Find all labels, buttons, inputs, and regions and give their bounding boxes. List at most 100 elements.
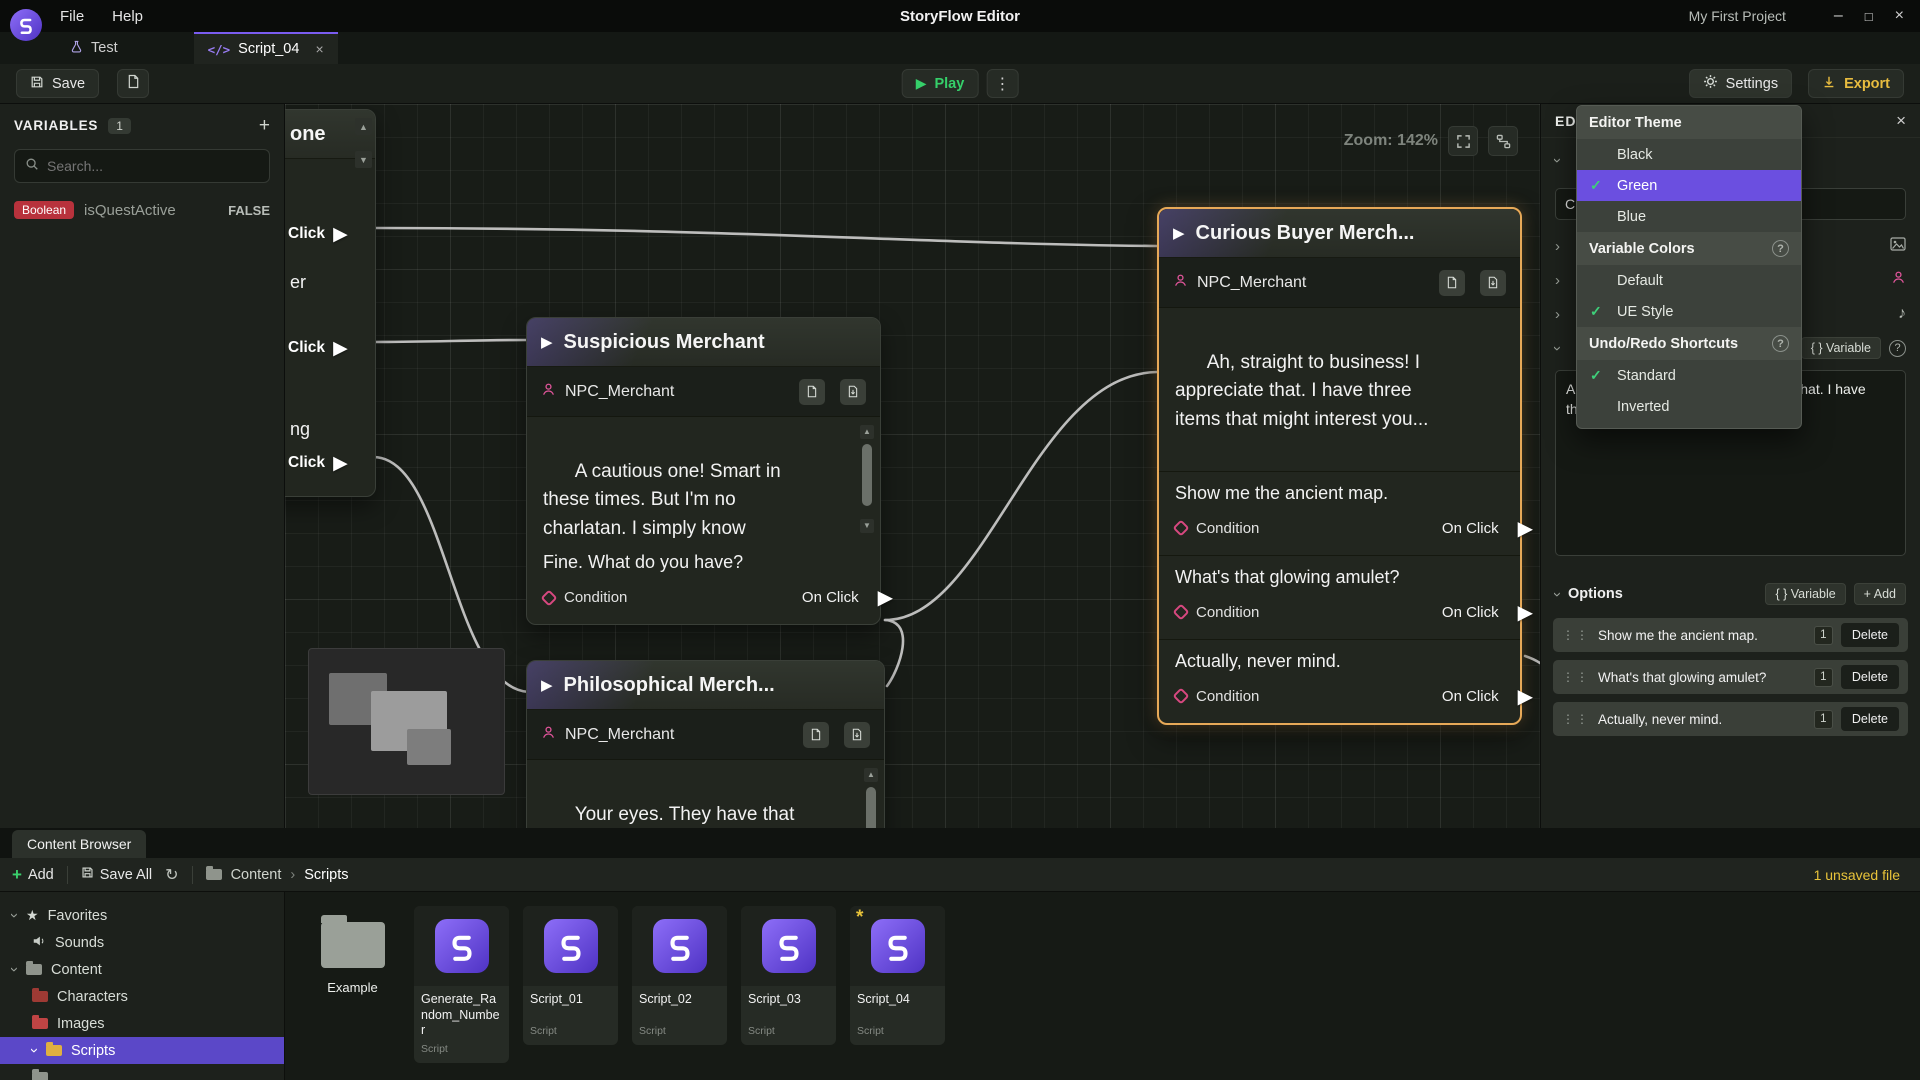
variable-value[interactable]: FALSE [228,203,270,218]
drag-handle-icon[interactable]: ⋮⋮ [1562,628,1590,642]
asset-script-01[interactable]: Script_01 Script [523,906,618,1045]
scroll-up-icon[interactable]: ▲ [860,425,874,439]
refresh-icon[interactable]: ↻ [165,865,178,885]
asset-script-02[interactable]: Script_02 Script [632,906,727,1045]
menu-item-ue-style[interactable]: ✓ UE Style [1577,296,1801,327]
chevron-down-icon[interactable]: › [26,1048,43,1053]
tree-item-images[interactable]: Images [0,1010,284,1037]
node-philosophical-merchant[interactable]: ▶ Philosophical Merch... NPC_Merchant Yo… [526,660,885,828]
output-pin[interactable]: ▶ [1518,684,1533,709]
scroll-thumb[interactable] [866,787,876,828]
dialog-option[interactable]: What's that glowing amulet? [1159,556,1520,592]
export-button[interactable]: Export [1808,69,1904,98]
duplicate-node-button[interactable] [803,722,829,748]
tree-item-sounds[interactable]: Sounds [0,929,284,956]
export-node-button[interactable] [844,722,870,748]
dialog-option[interactable]: Show me the ancient map. [1159,472,1520,508]
asset-generate-random-number[interactable]: Generate_Random_Number Script [414,906,509,1063]
node-curious-buyer[interactable]: ▶ Curious Buyer Merch... NPC_Merchant Ah… [1157,207,1522,725]
breadcrumb-scripts[interactable]: Scripts [304,867,348,883]
settings-button[interactable]: Settings [1689,69,1792,98]
scroll-thumb[interactable] [862,444,872,506]
help-icon[interactable]: ? [1772,240,1789,257]
dialog-option[interactable]: Fine. What do you have? [527,541,880,577]
menu-item-standard[interactable]: ✓ Standard [1577,360,1801,391]
node-suspicious-merchant[interactable]: ▶ Suspicious Merchant NPC_Merchant A cau… [526,317,881,625]
content-browser-tab[interactable]: Content Browser [12,830,146,858]
preview-thumbnail[interactable] [308,648,505,795]
variable-search[interactable] [14,149,270,183]
save-all-button[interactable]: Save All [81,866,152,883]
delete-option-button[interactable]: Delete [1841,707,1899,731]
output-pin[interactable]: ▶ [333,452,348,475]
export-node-button[interactable] [1480,270,1506,296]
minimize-icon[interactable]: – [1834,8,1843,24]
breadcrumb-content[interactable]: Content [231,867,282,883]
insert-variable-button[interactable]: { } Variable [1765,583,1845,605]
maximize-icon[interactable]: □ [1865,10,1873,23]
scroll-up-icon[interactable]: ▲ [355,118,372,135]
help-icon[interactable]: ? [1772,335,1789,352]
new-script-button[interactable] [117,69,149,98]
help-icon[interactable]: ? [1889,340,1906,357]
close-icon[interactable]: × [1895,8,1904,24]
drag-handle-icon[interactable]: ⋮⋮ [1562,670,1590,684]
menu-item-blue[interactable]: Blue [1577,201,1801,232]
node-graph-canvas[interactable]: Zoom: 142% one ▲ ▼ Click ▶ er Click ▶ ng… [285,104,1540,828]
tab-script-04[interactable]: </> Script_04 × [194,32,338,64]
insert-variable-button[interactable]: { } Variable [1801,337,1881,359]
graph-layout-button[interactable] [1488,126,1518,156]
duplicate-node-button[interactable] [1439,270,1465,296]
asset-script-04[interactable]: * Script_04 Script [850,906,945,1045]
tree-item-characters[interactable]: Characters [0,983,284,1010]
asset-script-03[interactable]: Script_03 Script [741,906,836,1045]
tree-item-clipped[interactable] [0,1064,284,1080]
node-header[interactable]: ▶ Philosophical Merch... [527,661,884,710]
export-node-button[interactable] [840,379,866,405]
tree-item-content[interactable]: › Content [0,956,284,983]
tab-test[interactable]: Test [56,32,132,64]
menu-help[interactable]: Help [112,8,143,25]
condition-icon[interactable] [1173,520,1190,537]
condition-icon[interactable] [1173,688,1190,705]
condition-icon[interactable] [1173,604,1190,621]
play-button[interactable]: ▶ Play [902,69,979,98]
output-pin[interactable]: ▶ [878,585,893,610]
menu-item-black[interactable]: Black [1577,139,1801,170]
more-options-button[interactable]: ⋮ [986,69,1018,98]
scroll-down-icon[interactable]: ▼ [355,151,372,168]
dialog-option[interactable]: Actually, never mind. [1159,640,1520,676]
delete-option-button[interactable]: Delete [1841,623,1899,647]
close-panel-icon[interactable]: × [1896,111,1906,131]
tree-item-favorites[interactable]: › ★ Favorites [0,902,284,929]
tree-item-scripts[interactable]: › Scripts [0,1037,284,1064]
variable-row[interactable]: Boolean isQuestActive FALSE [14,201,270,219]
tab-close-icon[interactable]: × [315,41,323,57]
save-button[interactable]: Save [16,69,99,98]
output-pin[interactable]: ▶ [1518,516,1533,541]
add-asset-button[interactable]: + Add [12,865,54,885]
chevron-down-icon[interactable]: › [6,913,23,918]
scroll-up-icon[interactable]: ▲ [864,768,878,782]
scrollbar[interactable]: ▲ ▼ [860,425,874,533]
output-pin[interactable]: ▶ [333,337,348,360]
duplicate-node-button[interactable] [799,379,825,405]
option-row[interactable]: ⋮⋮ Show me the ancient map. 1 Delete [1553,618,1908,652]
option-row[interactable]: ⋮⋮ Actually, never mind. 1 Delete [1553,702,1908,736]
scroll-down-icon[interactable]: ▼ [860,519,874,533]
node-clipped-left[interactable]: one ▲ ▼ Click ▶ er Click ▶ ng Click ▶ [285,109,376,497]
menu-item-default[interactable]: Default [1577,265,1801,296]
chevron-down-icon[interactable]: › [6,967,23,972]
node-header[interactable]: ▶ Suspicious Merchant [527,318,880,367]
drag-handle-icon[interactable]: ⋮⋮ [1562,712,1590,726]
scrollbar[interactable]: ▲ [864,768,878,828]
add-option-button[interactable]: + Add [1854,583,1906,605]
menu-item-green[interactable]: ✓ Green [1577,170,1801,201]
node-header[interactable]: ▶ Curious Buyer Merch... [1159,209,1520,258]
delete-option-button[interactable]: Delete [1841,665,1899,689]
output-pin[interactable]: ▶ [1518,600,1533,625]
option-row[interactable]: ⋮⋮ What's that glowing amulet? 1 Delete [1553,660,1908,694]
output-pin[interactable]: ▶ [333,223,348,246]
fit-view-button[interactable] [1448,126,1478,156]
search-input[interactable] [47,158,259,174]
